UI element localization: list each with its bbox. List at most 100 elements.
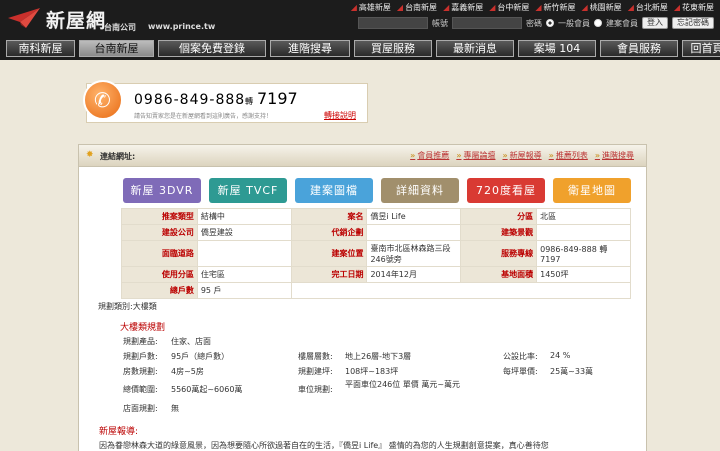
- link-advanced-search[interactable]: » 進階搜尋: [595, 150, 634, 161]
- arrow-icon: »: [594, 151, 600, 160]
- 720-view-button[interactable]: 720度看屋: [467, 178, 545, 203]
- price-label: 每坪單價:: [503, 367, 538, 376]
- cell-value: 95 戶: [196, 282, 292, 299]
- region-link-chiayi[interactable]: ◢ 嘉義新屋: [443, 2, 483, 13]
- region-link-tainan[interactable]: ◢ 台南新屋: [397, 2, 437, 13]
- shop-value: 無: [171, 404, 179, 413]
- cell-value: [536, 224, 631, 241]
- cell-value: 結構中: [196, 208, 292, 225]
- units-value: 95戶（總戶數）: [171, 352, 230, 361]
- link-forum[interactable]: » 專屬論壇: [456, 150, 495, 161]
- link-label: 連結網址:: [100, 152, 136, 161]
- plane-icon: ◢: [396, 3, 404, 12]
- builder-option-label: 建案會員: [606, 18, 638, 28]
- nav-item-site-104[interactable]: 案場 104: [518, 40, 596, 57]
- plane-icon: ◢: [489, 3, 496, 12]
- cell-value: [196, 240, 292, 267]
- region-links: ◢ 高雄新屋 ◢ 台南新屋 ◢ 嘉義新屋 ◢ 台中新屋 ◢ 新竹新屋 ◢ 桃園新屋 ◢ 台北新…: [351, 2, 714, 13]
- panel-links: » 會員推薦 » 專屬論壇 » 新屋報導 » 推薦列表 » 進階搜尋: [410, 150, 634, 161]
- total-value: 5560萬起~6060萬: [171, 385, 243, 394]
- product-label: 規劃產品:: [123, 337, 158, 346]
- star-icon: ✸: [86, 150, 94, 160]
- plane-icon: ◢: [627, 3, 634, 12]
- phone-icon: ✆: [83, 80, 123, 120]
- ratio-label: 公設比率:: [503, 352, 538, 361]
- info-table: 推案類型 結構中 案名 僑昱i Life 分區 北區 建設公司 僑昱建設 代銷企…: [121, 208, 632, 299]
- parking-label: 車位規劃:: [298, 385, 333, 394]
- phone-ad-box: ✆ 0986-849-888 轉 7197 請告知賣家您是在新屋網看到這則廣告，…: [83, 80, 368, 123]
- tvcf-button[interactable]: 新屋 TVCF: [209, 178, 287, 203]
- arrow-icon: »: [456, 151, 462, 160]
- nav-item-nanke[interactable]: 南科新屋: [6, 40, 75, 57]
- transfer-info-link[interactable]: 轉接說明: [324, 110, 356, 121]
- nav-item-advanced-search[interactable]: 進階搜尋: [270, 40, 350, 57]
- satellite-map-button[interactable]: 衛星地圖: [553, 178, 631, 203]
- nav-item-news[interactable]: 最新消息: [436, 40, 514, 57]
- table-row: 推案類型 結構中 案名 僑昱i Life 分區 北區: [121, 208, 631, 225]
- builder-radio[interactable]: [594, 19, 602, 27]
- ad-phone-number: 0986-849-888: [134, 92, 246, 108]
- plan-category-title: 規劃類別:大樓類: [98, 302, 157, 311]
- parking-value: 平面車位246位 單價 萬元~萬元: [345, 380, 461, 389]
- forgot-password-button[interactable]: 忘記密碼: [672, 17, 714, 29]
- cell-value: [366, 224, 462, 241]
- plane-icon: ◢: [673, 3, 680, 12]
- details-button[interactable]: 詳細資料: [381, 178, 459, 203]
- cell-value: 僑昱建設: [196, 224, 292, 241]
- link-member-recommend[interactable]: » 會員推薦: [410, 150, 449, 161]
- table-row: 面臨道路 建案位置 臺南市北區林森路三段246號旁 服務專線 0986-849-…: [121, 240, 631, 267]
- cell-label: 服務專線: [460, 240, 538, 267]
- nav-item-tainan[interactable]: 台南新屋: [79, 40, 154, 57]
- member-radio[interactable]: [546, 19, 554, 27]
- ad-note: 請告知賣家您是在新屋網看到這則廣告，感謝支持！: [134, 113, 273, 120]
- table-row: 總戶數 95 戶: [121, 282, 632, 299]
- login-button[interactable]: 登入: [642, 17, 668, 29]
- cell-label: 完工日期: [290, 266, 368, 283]
- nav-item-home[interactable]: 回首頁: [682, 40, 720, 57]
- nav-item-free-listing[interactable]: 個案免費登錄: [158, 40, 266, 57]
- plan-section-title: 大樓類規劃: [120, 323, 166, 333]
- logo-url: www.prince.tw: [148, 22, 216, 31]
- link-recommend-list[interactable]: » 推薦列表: [549, 150, 588, 161]
- region-link-hualien[interactable]: ◢ 花東新屋: [674, 2, 714, 13]
- cell-label: 總戶數: [121, 282, 198, 299]
- nav-item-buy-service[interactable]: 買屋服務: [354, 40, 432, 57]
- region-link-taoyuan[interactable]: ◢ 桃園新屋: [582, 2, 622, 13]
- region-link-taichung[interactable]: ◢ 台中新屋: [489, 2, 529, 13]
- plane-icon: ◢: [443, 3, 450, 12]
- password-label: 密碼: [526, 18, 542, 28]
- 3dvr-button[interactable]: 新屋 3DVR: [123, 178, 201, 203]
- logo-text[interactable]: 新屋網: [46, 6, 106, 33]
- floor-plans-button[interactable]: 建案圖檔: [295, 178, 373, 203]
- arrow-icon: »: [410, 151, 416, 160]
- region-link-taipei[interactable]: ◢ 台北新屋: [628, 2, 668, 13]
- nav-item-member-service[interactable]: 會員服務: [600, 40, 678, 57]
- member-option-label: 一般會員: [558, 18, 590, 28]
- empty-cell: [290, 282, 632, 299]
- units-label: 規劃戶數:: [123, 352, 158, 361]
- cell-label: 分區: [460, 208, 538, 225]
- cell-value: 0986-849-888 轉7197: [536, 240, 631, 267]
- rooms-value: 4房~5房: [171, 367, 204, 376]
- cell-value: 僑昱i Life: [366, 208, 462, 225]
- password-input[interactable]: [452, 17, 522, 29]
- cell-label: 代銷企劃: [290, 224, 368, 241]
- account-input[interactable]: [358, 17, 428, 29]
- product-value: 住家、店面: [171, 337, 211, 346]
- plane-icon: ◢: [350, 3, 357, 12]
- rooms-label: 房數規劃:: [123, 367, 158, 376]
- shop-label: 店面規劃:: [123, 404, 158, 413]
- area-value: 108坪~183坪: [345, 367, 399, 376]
- arrow-icon: »: [502, 151, 508, 160]
- cell-value: 住宅區: [196, 266, 292, 283]
- link-news-report[interactable]: » 新屋報導: [502, 150, 541, 161]
- cell-value: 北區: [536, 208, 631, 225]
- cell-value: 1450坪: [536, 266, 631, 283]
- region-link-hsinchu[interactable]: ◢ 新竹新屋: [535, 2, 575, 13]
- region-link-kaohsiung[interactable]: ◢ 高雄新屋: [351, 2, 391, 13]
- plane-icon: ◢: [581, 3, 588, 12]
- plane-icon: ◢: [535, 3, 542, 12]
- table-row: 使用分區 住宅區 完工日期 2014年12月 基地面積 1450坪: [121, 266, 631, 283]
- cell-label: 案名: [290, 208, 368, 225]
- news-text: 因為眷戀林森大道的綠意風景，因為想要隨心所欲過著自在的生活，『僑昱i Life』…: [99, 441, 549, 450]
